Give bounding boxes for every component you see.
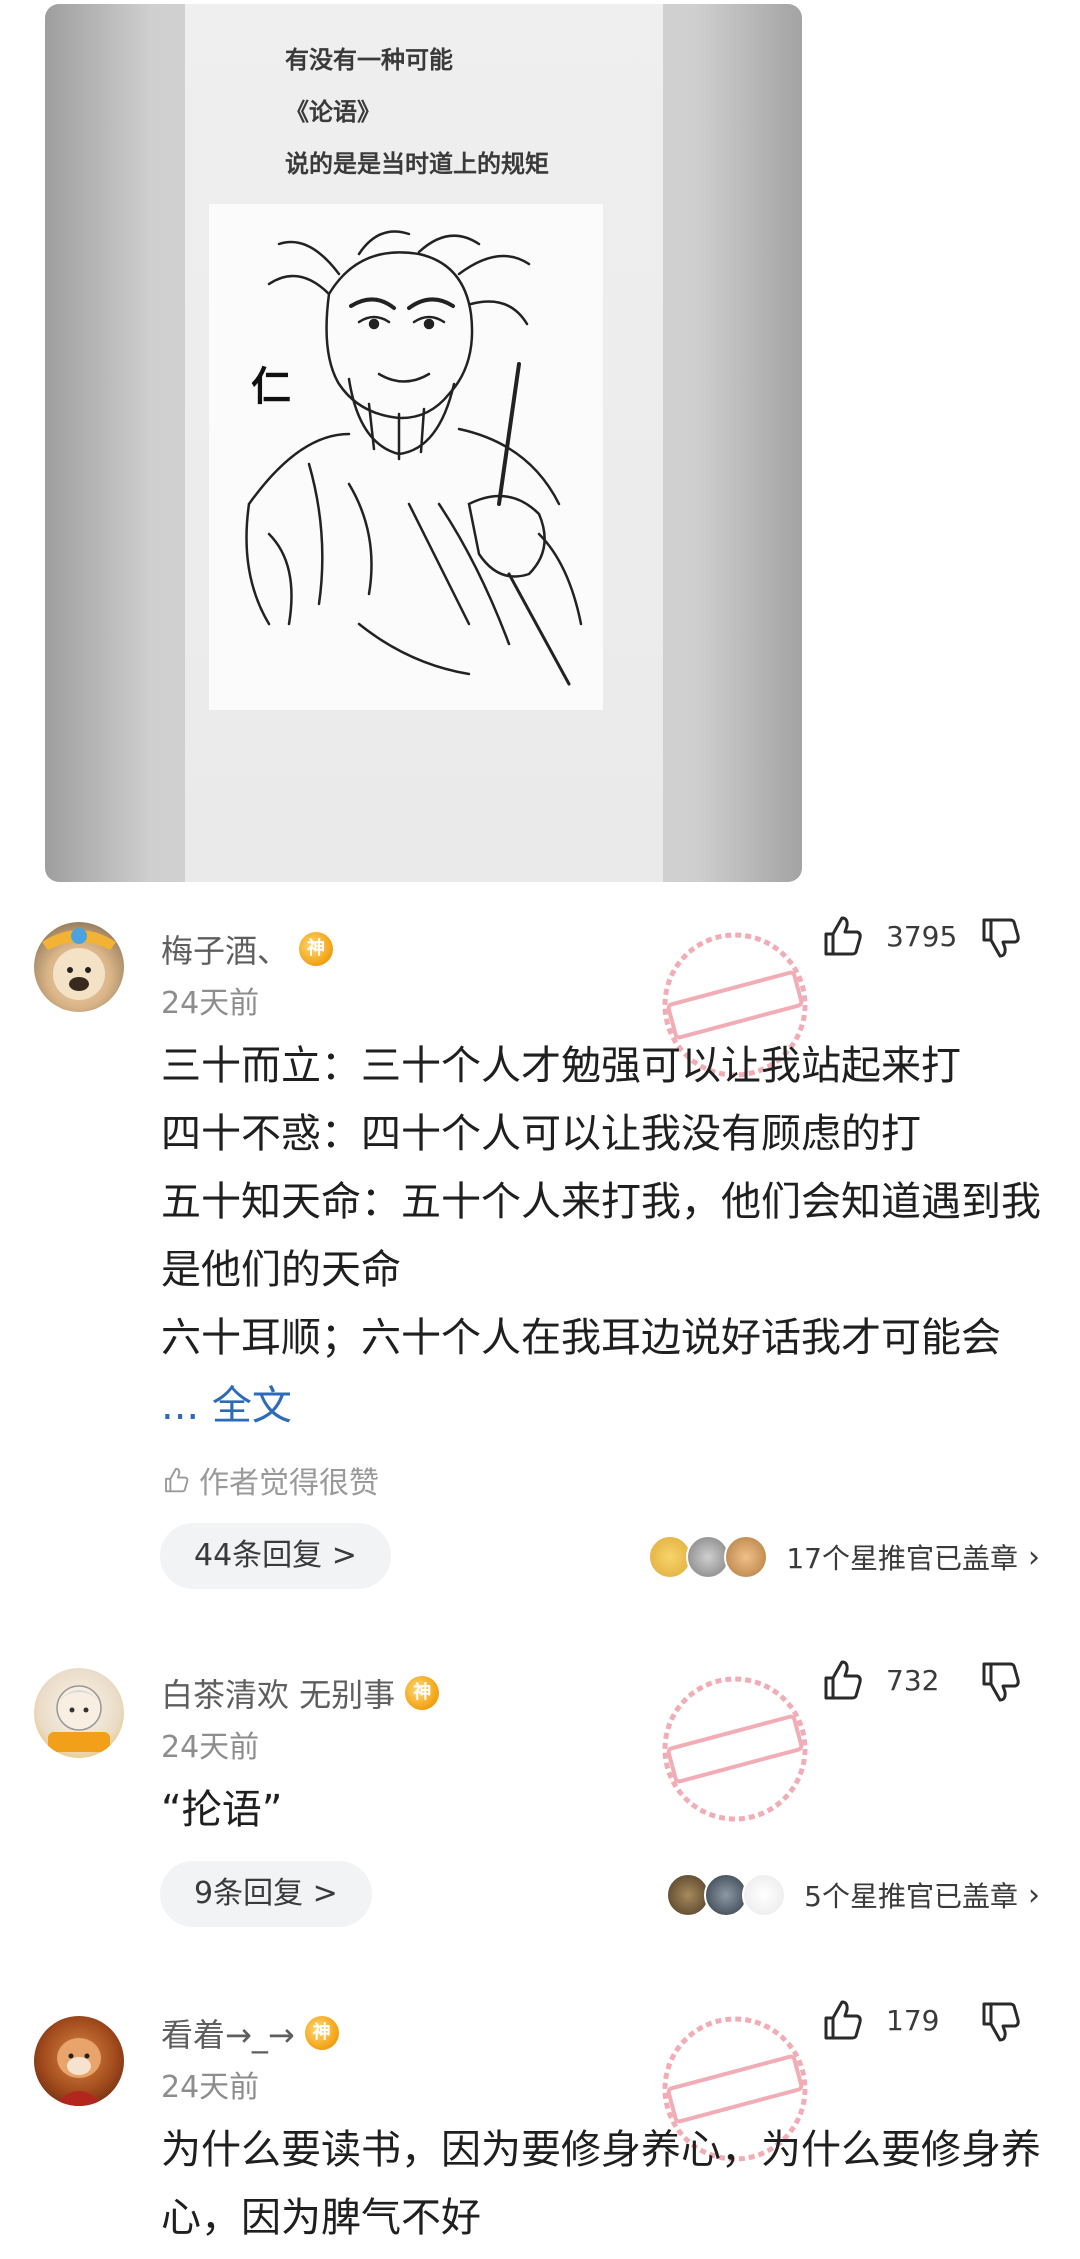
thumbs-up-icon[interactable] xyxy=(818,1656,866,1704)
mini-avatar xyxy=(742,1873,787,1917)
ren-glyph: 仁 xyxy=(251,364,291,410)
comment-time: 24天前 xyxy=(161,986,260,1021)
avatar[interactable] xyxy=(34,2016,124,2106)
confucius-sketch xyxy=(245,230,583,686)
like-count: 732 xyxy=(886,1664,940,1697)
meme-caption: 有没有一种可能 《论语》 说的是是当时道上的规矩 xyxy=(285,34,605,190)
replies-button[interactable]: 44条回复 > xyxy=(160,1523,391,1589)
chevron-right-icon: › xyxy=(1028,1877,1040,1913)
thumbs-up-icon[interactable] xyxy=(818,1996,866,2044)
anime-avatar-icon xyxy=(48,1685,110,1752)
meme-line-1: 有没有一种可能 xyxy=(285,46,453,74)
like-count: 3795 xyxy=(886,920,958,953)
chevron-right-icon: › xyxy=(1028,1539,1040,1575)
comment-line: 三十而立：三十个人才勉强可以让我站起来打 xyxy=(161,1043,961,1089)
stars-text: 17个星推官已盖章 xyxy=(786,1542,1018,1575)
meme-line-2: 《论语》 xyxy=(285,98,381,126)
like-count: 179 xyxy=(886,2004,940,2037)
replies-button[interactable]: 9条回复 > xyxy=(160,1861,372,1927)
mini-avatar xyxy=(724,1535,769,1579)
comment-body: 三十而立：三十个人才勉强可以让我站起来打 四十不惑：四十个人可以让我没有顾虑的打… xyxy=(161,1032,1051,1440)
thumbs-up-small-icon xyxy=(165,1467,189,1493)
comment-time: 24天前 xyxy=(161,2070,260,2105)
thumbs-down-icon[interactable] xyxy=(976,914,1024,962)
meme-card: 有没有一种可能 《论语》 说的是是当时道上的规矩 仁 xyxy=(185,4,663,882)
post-image[interactable]: 有没有一种可能 《论语》 说的是是当时道上的规矩 仁 xyxy=(45,4,802,882)
meme-drawing: 仁 xyxy=(209,204,603,710)
god-badge: 神 xyxy=(299,932,334,966)
comment-body: 为什么要读书，因为要修身养心，为什么要修身养心，因为脾气不好 xyxy=(161,2116,1051,2252)
stars-text: 5个星推官已盖章 xyxy=(804,1880,1018,1913)
comment-username[interactable]: 看着→_→ 神 xyxy=(161,2010,339,2056)
username-text[interactable]: 梅子酒、 xyxy=(161,932,289,970)
star-avatars xyxy=(666,1873,787,1917)
thumbs-down-icon[interactable] xyxy=(976,1998,1024,2046)
comment-time: 24天前 xyxy=(161,1730,260,1765)
avatar[interactable] xyxy=(34,1668,124,1758)
username-text[interactable]: 白茶清欢 无别事 xyxy=(161,1676,395,1714)
god-badge: 神 xyxy=(304,2016,339,2050)
like-group: 3795 xyxy=(818,912,1058,972)
dog-avatar-icon xyxy=(42,928,116,1000)
comment-line-text: 六十耳顺；六十个人在我耳边说好话我才可能会 xyxy=(161,1315,1001,1361)
like-group: 732 xyxy=(818,1656,1058,1716)
comment-line: 五十知天命：五十个人来打我，他们会知道遇到我是他们的天命 xyxy=(161,1179,1041,1293)
avatar[interactable] xyxy=(34,922,124,1012)
comment-line: 六十耳顺；六十个人在我耳边说好话我才可能会 ... 全文 xyxy=(161,1304,1051,1440)
username-text[interactable]: 看着→_→ xyxy=(161,2016,295,2054)
comment-line: “抡语” xyxy=(161,1787,283,1833)
comment-body: “抡语” xyxy=(161,1776,1051,1844)
expand-full-text-link[interactable]: ... 全文 xyxy=(161,1383,292,1429)
star-recommenders[interactable]: 5个星推官已盖章 › xyxy=(666,1870,1040,1920)
comment-line: 四十不惑：四十个人可以让我没有顾虑的打 xyxy=(161,1111,921,1157)
author-liked-text: 作者觉得很赞 xyxy=(199,1466,379,1501)
star-avatars xyxy=(648,1535,769,1579)
comment-line: 为什么要读书，因为要修身养心，为什么要修身养心，因为脾气不好 xyxy=(161,2127,1041,2241)
like-group: 179 xyxy=(818,1996,1058,2056)
comment-username[interactable]: 梅子酒、神 xyxy=(161,926,334,972)
meme-line-3: 说的是是当时道上的规矩 xyxy=(285,150,549,178)
shiba-avatar-icon xyxy=(54,2038,104,2106)
author-liked: 作者觉得很赞 xyxy=(161,1458,379,1502)
star-recommenders[interactable]: 17个星推官已盖章 › xyxy=(648,1532,1040,1582)
thumbs-up-icon[interactable] xyxy=(818,912,866,960)
comment-username[interactable]: 白茶清欢 无别事神 xyxy=(161,1670,440,1716)
god-badge: 神 xyxy=(405,1676,440,1710)
thumbs-down-icon[interactable] xyxy=(976,1658,1024,1706)
